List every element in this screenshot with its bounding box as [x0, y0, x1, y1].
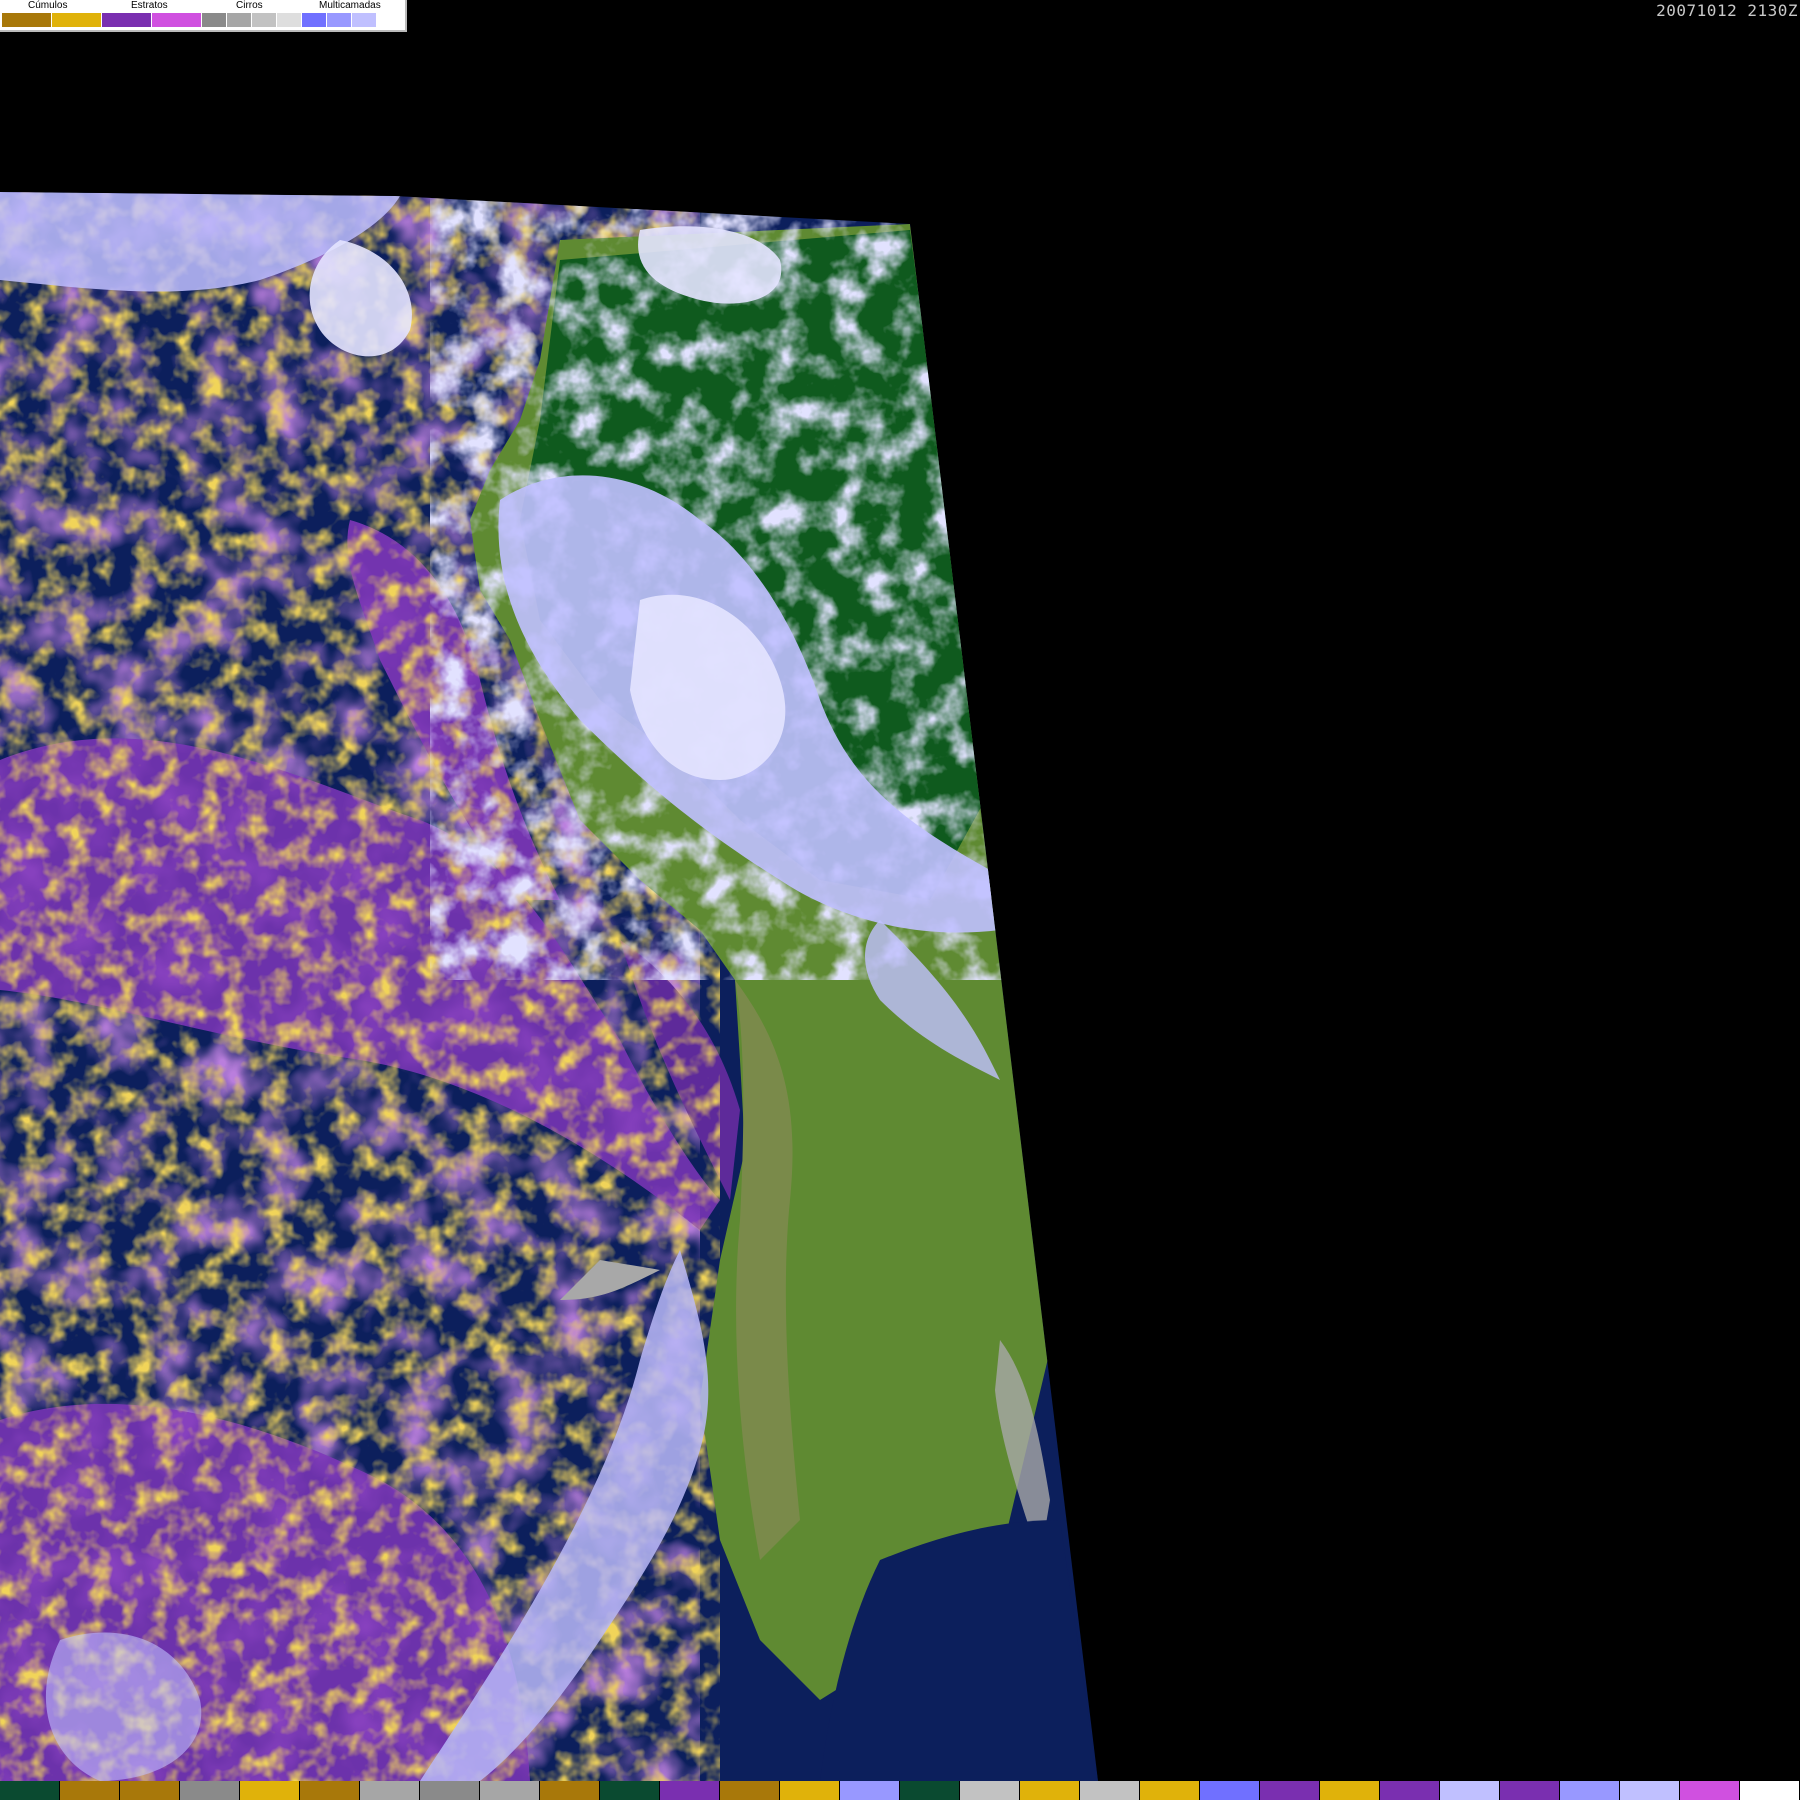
bottom-strip-swatch	[900, 1781, 960, 1800]
bottom-strip-swatch	[660, 1781, 720, 1800]
bottom-strip-swatch	[780, 1781, 840, 1800]
bottom-strip-swatch	[180, 1781, 240, 1800]
legend-swatch	[277, 13, 302, 27]
bottom-strip-swatch	[1080, 1781, 1140, 1800]
legend-swatch	[52, 13, 102, 27]
bottom-strip-swatch	[540, 1781, 600, 1800]
legend-label-cumulos: Cúmulos	[28, 0, 68, 11]
legend-swatch	[352, 13, 377, 27]
bottom-strip-swatch	[120, 1781, 180, 1800]
legend-label-multicamadas: Multicamadas	[319, 0, 381, 11]
bottom-strip-swatch	[0, 1781, 60, 1800]
legend-label-cirros: Cirros	[236, 0, 263, 11]
legend-swatch	[302, 13, 327, 27]
legend-swatch	[377, 13, 402, 27]
bottom-strip-swatch	[1620, 1781, 1680, 1800]
legend-swatch	[327, 13, 352, 27]
legend-swatch	[102, 13, 152, 27]
satellite-cloud-classification-image	[0, 192, 1098, 1781]
bottom-strip-swatch	[360, 1781, 420, 1800]
bottom-strip-swatch	[720, 1781, 780, 1800]
bottom-strip-swatch	[480, 1781, 540, 1800]
legend-label-estratos: Estratos	[131, 0, 168, 11]
legend-swatches	[2, 13, 402, 27]
bottom-strip-swatch	[600, 1781, 660, 1800]
bottom-strip-swatch	[1740, 1781, 1800, 1800]
legend-swatch	[227, 13, 252, 27]
bottom-strip-swatch	[1560, 1781, 1620, 1800]
legend-swatch	[152, 13, 202, 27]
bottom-strip-swatch	[1260, 1781, 1320, 1800]
bottom-strip-swatch	[1680, 1781, 1740, 1800]
bottom-strip-swatch	[420, 1781, 480, 1800]
cloud-type-legend: Cúmulos Estratos Cirros Multicamadas	[0, 0, 407, 32]
bottom-strip-swatch	[960, 1781, 1020, 1800]
bottom-strip-swatch	[1380, 1781, 1440, 1800]
bottom-strip-swatch	[1200, 1781, 1260, 1800]
bottom-strip-swatch	[60, 1781, 120, 1800]
image-timestamp: 20071012 2130Z	[1656, 1, 1798, 20]
legend-swatch	[252, 13, 277, 27]
bottom-strip-swatch	[1440, 1781, 1500, 1800]
legend-swatch	[2, 13, 52, 27]
legend-swatch	[202, 13, 227, 27]
bottom-strip-swatch	[240, 1781, 300, 1800]
bottom-strip-swatch	[1140, 1781, 1200, 1800]
bottom-strip-swatch	[1020, 1781, 1080, 1800]
bottom-strip-swatch	[300, 1781, 360, 1800]
bottom-strip-swatch	[1500, 1781, 1560, 1800]
bottom-strip-swatch	[1320, 1781, 1380, 1800]
bottom-color-strip	[0, 1781, 1800, 1800]
bottom-strip-swatch	[840, 1781, 900, 1800]
